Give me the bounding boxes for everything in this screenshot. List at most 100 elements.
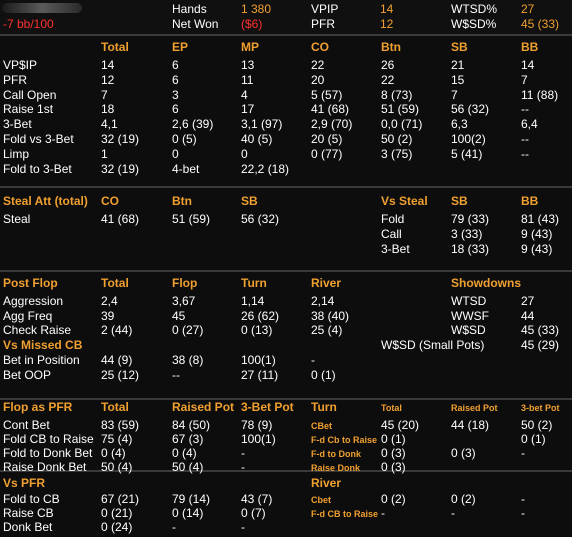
wtsd-value: 27	[521, 2, 535, 16]
stat-cell: 43 (7)	[241, 492, 273, 506]
separator	[0, 34, 572, 36]
row-label: Fold CB to Raise	[3, 432, 94, 446]
stat-cell: -	[241, 520, 245, 534]
missed-cb-title: Vs Missed CB	[3, 338, 83, 352]
wsd-value: 45 (33)	[521, 17, 560, 31]
col-header: SB	[451, 194, 468, 208]
row-label: Call	[381, 227, 402, 241]
col-header: Raised Pot	[172, 400, 235, 414]
col-header: CO	[101, 194, 119, 208]
stat-cell: 22	[311, 58, 325, 72]
row-label: Raise Donk Bet	[3, 460, 87, 474]
stat-cell: 0	[241, 147, 248, 161]
stat-cell: 100(2)	[451, 132, 486, 146]
stat-cell: 0 (14)	[172, 506, 204, 520]
row-label: W$SD	[451, 323, 486, 337]
stat-cell: 84 (50)	[172, 418, 211, 432]
stat-cell: 75 (4)	[101, 432, 133, 446]
stat-cell: 0 (1)	[311, 368, 336, 382]
stat-cell: 0 (77)	[311, 147, 343, 161]
col-header: Raised Pot	[451, 403, 498, 413]
stat-cell: 2 (44)	[101, 323, 133, 337]
stat-cell: 11	[241, 73, 254, 87]
row-label: Fold vs 3-Bet	[3, 132, 74, 146]
stat-cell: 0 (24)	[101, 520, 133, 534]
stat-cell: 78 (9)	[241, 418, 273, 432]
stat-cell: 83 (59)	[101, 418, 140, 432]
stat-cell: 41 (68)	[311, 102, 350, 116]
stat-cell: 100(1)	[241, 432, 276, 446]
stat-cell: 13	[241, 58, 255, 72]
row-label: Fold to 3-Bet	[3, 162, 72, 176]
col-header: CO	[311, 40, 329, 54]
stat-cell: 5 (41)	[451, 147, 483, 161]
stat-cell: 0 (3)	[451, 446, 476, 460]
stat-cell: 0 (4)	[172, 446, 197, 460]
stat-cell: 1,14	[241, 294, 265, 308]
stat-cell: 25 (4)	[311, 323, 343, 337]
vpip-value: 14	[380, 2, 394, 16]
stat-cell: 81 (43)	[521, 212, 560, 226]
row-label: 3-Bet	[381, 242, 410, 256]
stat-cell: 51 (59)	[172, 212, 211, 226]
row-label: Bet in Position	[3, 353, 80, 367]
stat-cell: 56 (32)	[451, 102, 490, 116]
stat-cell: 45	[172, 309, 186, 323]
hands-label: Hands	[172, 2, 207, 16]
stat-cell: 0 (3)	[381, 460, 406, 474]
vs-pfr-title: Vs PFR	[3, 476, 46, 490]
pfr-label: PFR	[311, 17, 335, 31]
bb-per-100: -7 bb/100	[3, 17, 54, 31]
stat-cell: 15	[451, 73, 465, 87]
stat-cell: 26	[381, 58, 395, 72]
stat-cell: 7	[101, 88, 108, 102]
row-label: PFR	[3, 73, 27, 87]
stat-cell: 2,14	[311, 294, 335, 308]
col-header: Total	[101, 276, 129, 290]
row-label: Bet OOP	[3, 368, 52, 382]
stat-cell: -	[172, 520, 176, 534]
netwon-label: Net Won	[172, 17, 219, 31]
row-label: Donk Bet	[3, 520, 53, 534]
col-header: 3-Bet Pot	[241, 400, 294, 414]
stat-cell: 41 (68)	[101, 212, 140, 226]
stat-cell: 14	[101, 58, 115, 72]
stat-cell: 6	[172, 58, 179, 72]
stat-cell: 56 (32)	[241, 212, 280, 226]
row-label: F-d Cb to Raise	[311, 435, 378, 445]
row-label: VP$IP	[3, 58, 38, 72]
stat-cell: 79 (33)	[451, 212, 490, 226]
row-label: Steal	[3, 212, 31, 226]
stat-cell: 7	[451, 88, 458, 102]
blurred-player-name	[2, 3, 82, 13]
stat-cell: --	[172, 368, 180, 382]
stat-cell: 0 (1)	[381, 432, 406, 446]
stat-cell: 0,0 (71)	[381, 117, 423, 131]
row-label: WWSF	[451, 309, 489, 323]
row-label: WTSD	[451, 294, 487, 308]
stat-cell: --	[521, 147, 529, 161]
stat-cell: 0 (21)	[101, 506, 133, 520]
row-label: CBet	[311, 421, 333, 431]
stat-cell: -	[451, 506, 455, 520]
stat-cell: 4,1	[101, 117, 118, 131]
stat-cell: 50 (2)	[521, 418, 553, 432]
stat-cell: 25 (12)	[101, 368, 140, 382]
col-header: Btn	[381, 40, 401, 54]
stat-cell: 0 (2)	[381, 492, 406, 506]
stat-cell: 3 (33)	[451, 227, 483, 241]
stat-cell: 0 (27)	[172, 323, 204, 337]
stat-cell: -	[241, 446, 245, 460]
stat-cell: 79 (14)	[172, 492, 211, 506]
stat-cell: 21	[451, 58, 465, 72]
vs-steal-title: Vs Steal	[381, 194, 428, 208]
netwon-value: ($6)	[241, 17, 263, 31]
col-header: Total	[101, 400, 129, 414]
stat-cell: 18	[101, 102, 115, 116]
stat-cell: 0 (13)	[241, 323, 273, 337]
col-header: Total	[381, 403, 402, 413]
col-header: Total	[101, 40, 129, 54]
row-label: Limp	[3, 147, 30, 161]
stat-cell: 27	[521, 294, 535, 308]
stat-cell: 12	[101, 73, 115, 87]
